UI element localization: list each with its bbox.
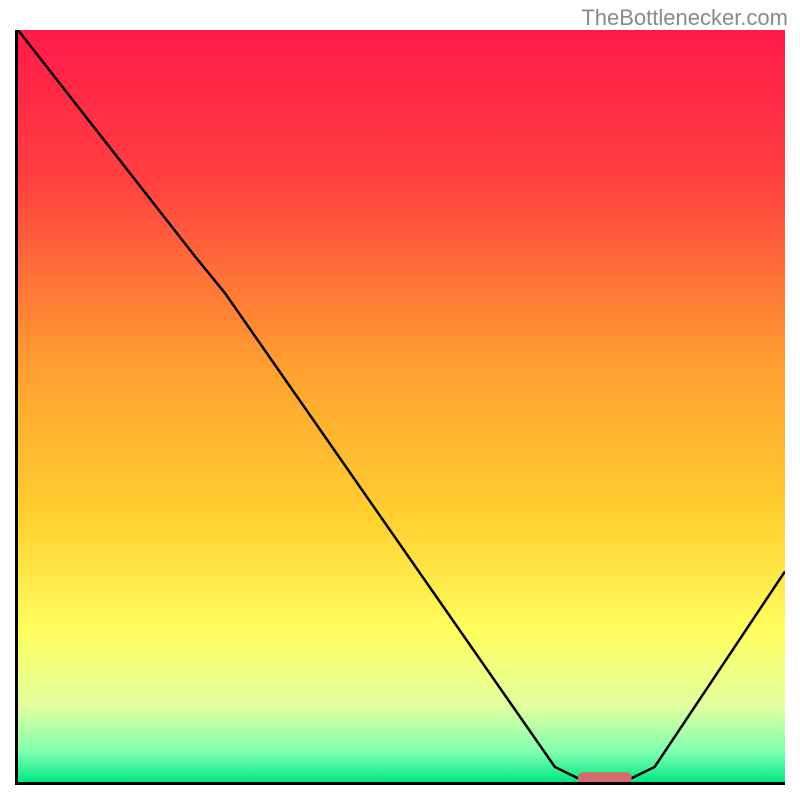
watermark-text: TheBottlenecker.com [581,5,788,31]
optimal-marker [578,772,632,782]
chart-plot-area [15,30,785,785]
bottleneck-curve [18,30,785,778]
chart-curve-layer [18,30,785,782]
